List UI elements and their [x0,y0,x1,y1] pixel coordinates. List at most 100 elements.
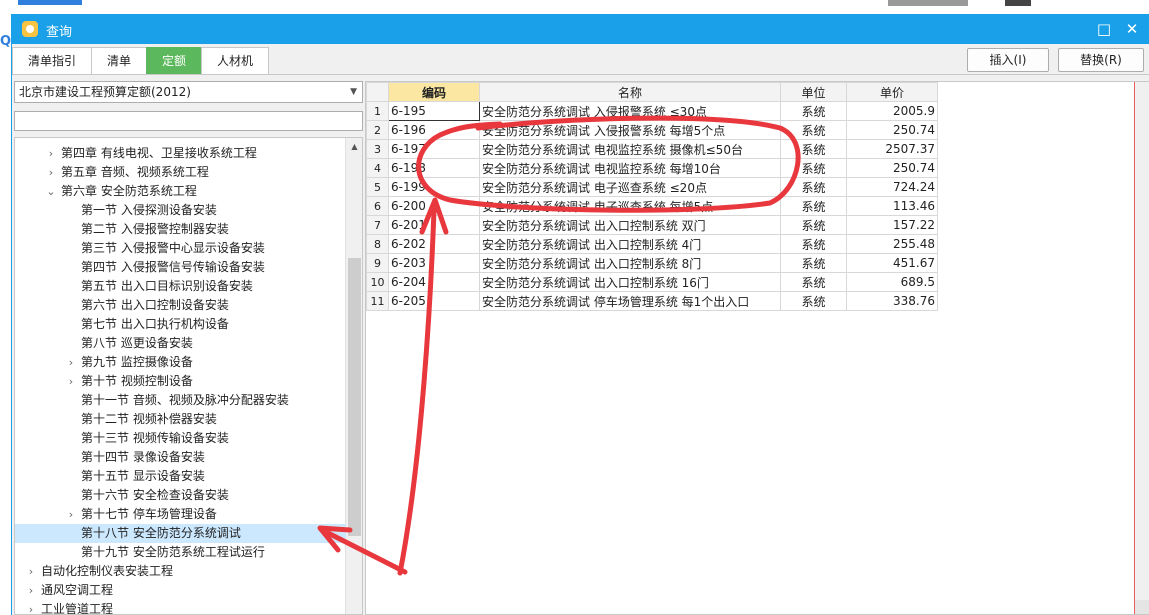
table-row[interactable]: 8 6-202 安全防范分系统调试 出入口控制系统 4门 系统 255.48 [366,234,938,254]
tree-node[interactable]: 第十五节 显示设备安装 [15,467,346,486]
name-cell[interactable]: 安全防范分系统调试 出入口控制系统 16门 [479,272,781,292]
tree-node[interactable]: › 自动化控制仪表安装工程 [15,562,346,581]
name-cell[interactable]: 安全防范分系统调试 电子巡查系统 ≤20点 [479,177,781,197]
grid-scrollbar[interactable] [1135,82,1149,614]
unit-cell[interactable]: 系统 [780,139,847,159]
unit-cell[interactable]: 系统 [780,196,847,216]
name-cell[interactable]: 安全防范分系统调试 停车场管理系统 每1个出入口 [479,291,781,311]
row-number-cell[interactable]: 2 [366,120,389,140]
tree-node[interactable]: 第十三节 视频传输设备安装 [15,429,346,448]
code-cell[interactable]: 6-197 [388,139,480,159]
tree-node[interactable]: 第十六节 安全检查设备安装 [15,486,346,505]
tree-node[interactable]: 第一节 入侵探测设备安装 [15,201,346,220]
price-cell[interactable]: 689.5 [846,272,938,292]
chevron-right-icon[interactable]: › [45,144,57,163]
chevron-right-icon[interactable]: › [25,600,37,614]
tree-scrollbar[interactable]: ▲ [345,138,362,614]
row-number-cell[interactable]: 10 [366,272,389,292]
tab-bill[interactable]: 清单 [91,47,148,74]
tree-node[interactable]: 第三节 入侵报警中心显示设备安装 [15,239,346,258]
unit-cell[interactable]: 系统 [780,215,847,235]
tab-bill-guide[interactable]: 清单指引 [12,47,93,74]
chevron-right-icon[interactable]: › [25,581,37,600]
scroll-up-icon[interactable]: ▲ [346,138,362,155]
tree-node[interactable]: 第七节 出入口执行机构设备 [15,315,346,334]
scrollbar-thumb[interactable] [348,258,361,536]
tree-node[interactable]: 第二节 入侵报警控制器安装 [15,220,346,239]
chevron-right-icon[interactable]: › [65,372,77,391]
maximize-button[interactable]: □ [1094,19,1114,39]
tree-node[interactable]: › 第四章 有线电视、卫星接收系统工程 [15,144,346,163]
tree-node[interactable]: 第十二节 视频补偿器安装 [15,410,346,429]
code-cell[interactable]: 6-201 [388,215,480,235]
insert-button[interactable]: 插入(I) [967,48,1049,72]
name-cell[interactable]: 安全防范分系统调试 电子巡查系统 每增5点 [479,196,781,216]
code-cell[interactable]: 6-205 [388,291,480,311]
name-cell[interactable]: 安全防范分系统调试 出入口控制系统 8门 [479,253,781,273]
tab-quota[interactable]: 定额 [146,47,203,74]
tree-node[interactable]: 第五节 出入口目标识别设备安装 [15,277,346,296]
code-cell[interactable]: 6-203 [388,253,480,273]
tree-node[interactable]: 第八节 巡更设备安装 [15,334,346,353]
name-cell[interactable]: 安全防范分系统调试 入侵报警系统 ≤30点 [479,101,781,121]
price-cell[interactable]: 113.46 [846,196,938,216]
code-cell[interactable]: 6-202 [388,234,480,254]
table-row[interactable]: 4 6-198 安全防范分系统调试 电视监控系统 每增10台 系统 250.74 [366,158,938,178]
price-cell[interactable]: 724.24 [846,177,938,197]
table-row[interactable]: 5 6-199 安全防范分系统调试 电子巡查系统 ≤20点 系统 724.24 [366,177,938,197]
tree-node[interactable]: 第十九节 安全防范系统工程试运行 [15,543,346,562]
name-cell[interactable]: 安全防范分系统调试 电视监控系统 每增10台 [479,158,781,178]
tree-filter-input[interactable] [14,111,363,131]
code-cell[interactable]: 6-199 [388,177,480,197]
tree-node[interactable]: › 第九节 监控摄像设备 [15,353,346,372]
tree-node[interactable]: › 第十节 视频控制设备 [15,372,346,391]
chevron-right-icon[interactable]: › [25,562,37,581]
row-number-cell[interactable]: 1 [366,101,389,121]
price-cell[interactable]: 157.22 [846,215,938,235]
code-cell[interactable]: 6-204 [388,272,480,292]
table-row[interactable]: 10 6-204 安全防范分系统调试 出入口控制系统 16门 系统 689.5 [366,272,938,292]
code-cell[interactable]: 6-196 [388,120,480,140]
row-number-cell[interactable]: 8 [366,234,389,254]
unit-cell[interactable]: 系统 [780,291,847,311]
tree-node[interactable]: 第十八节 安全防范分系统调试 [15,524,346,543]
price-cell[interactable]: 250.74 [846,120,938,140]
tree-node[interactable]: 第四节 入侵报警信号传输设备安装 [15,258,346,277]
price-cell[interactable]: 338.76 [846,291,938,311]
column-header-code[interactable]: 编码 [388,82,480,102]
chevron-right-icon[interactable]: › [65,353,77,372]
tree-node[interactable]: 第十四节 录像设备安装 [15,448,346,467]
tree-node[interactable]: › 通风空调工程 [15,581,346,600]
row-number-cell[interactable]: 6 [366,196,389,216]
table-row[interactable]: 9 6-203 安全防范分系统调试 出入口控制系统 8门 系统 451.67 [366,253,938,273]
table-row[interactable]: 2 6-196 安全防范分系统调试 入侵报警系统 每增5个点 系统 250.74 [366,120,938,140]
column-header-name[interactable]: 名称 [479,82,781,102]
table-row[interactable]: 6 6-200 安全防范分系统调试 电子巡查系统 每增5点 系统 113.46 [366,196,938,216]
unit-cell[interactable]: 系统 [780,177,847,197]
name-cell[interactable]: 安全防范分系统调试 出入口控制系统 双门 [479,215,781,235]
unit-cell[interactable]: 系统 [780,253,847,273]
code-cell[interactable]: 6-198 [388,158,480,178]
table-row[interactable]: 1 6-195 安全防范分系统调试 入侵报警系统 ≤30点 系统 2005.9 [366,101,938,121]
column-header-unit[interactable]: 单位 [780,82,847,102]
unit-cell[interactable]: 系统 [780,158,847,178]
row-number-cell[interactable]: 3 [366,139,389,159]
tree-node[interactable]: 第六节 出入口控制设备安装 [15,296,346,315]
unit-cell[interactable]: 系统 [780,101,847,121]
tree-node[interactable]: › 第十七节 停车场管理设备 [15,505,346,524]
quota-library-select[interactable]: 北京市建设工程预算定额(2012) ▼ [14,81,363,103]
chevron-right-icon[interactable]: › [45,163,57,182]
price-cell[interactable]: 255.48 [846,234,938,254]
price-cell[interactable]: 451.67 [846,253,938,273]
price-cell[interactable]: 2005.9 [846,101,938,121]
code-cell[interactable]: 6-200 [388,196,480,216]
table-row[interactable]: 11 6-205 安全防范分系统调试 停车场管理系统 每1个出入口 系统 338.76 [366,291,938,311]
row-number-cell[interactable]: 11 [366,291,389,311]
row-number-cell[interactable]: 5 [366,177,389,197]
tab-labor-material-machine[interactable]: 人材机 [201,47,270,74]
name-cell[interactable]: 安全防范分系统调试 出入口控制系统 4门 [479,234,781,254]
chevron-right-icon[interactable]: › [65,505,77,524]
tree-node[interactable]: ⌄ 第六章 安全防范系统工程 [15,182,346,201]
name-cell[interactable]: 安全防范分系统调试 入侵报警系统 每增5个点 [479,120,781,140]
unit-cell[interactable]: 系统 [780,234,847,254]
